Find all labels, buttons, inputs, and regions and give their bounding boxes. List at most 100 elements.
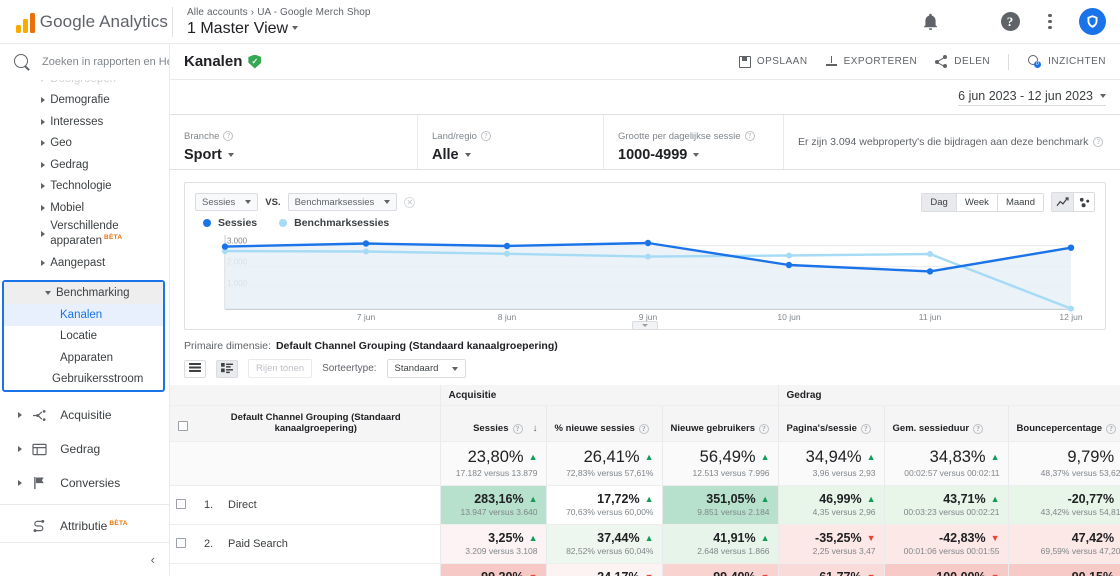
metric-selector[interactable]: Sessies bbox=[195, 193, 259, 211]
share-button[interactable]: DELEN bbox=[935, 55, 990, 68]
filter-value-text: Sport bbox=[184, 146, 222, 163]
sidebar-item-gebruikersstroom[interactable]: Gebruikersstroom bbox=[4, 369, 163, 391]
row-checkbox[interactable] bbox=[176, 499, 186, 509]
table-row[interactable]: 1. Direct 283,16% ▲ 13.947 versus 3.640 17… bbox=[170, 485, 1120, 525]
help-icon[interactable]: ? bbox=[744, 131, 755, 141]
filter-grootte-value[interactable]: 1000-4999 bbox=[618, 147, 783, 163]
column-header-gem-sessieduur[interactable]: Gem. sessieduur? bbox=[883, 405, 1009, 442]
sidebar-item-apparaten[interactable]: Apparaten bbox=[4, 347, 163, 369]
export-button[interactable]: EXPORTEREN bbox=[826, 55, 918, 68]
avatar[interactable] bbox=[1079, 8, 1106, 35]
sidebar-item-technologie[interactable]: Technologie bbox=[0, 176, 169, 198]
sidebar-item-doelgroepen[interactable]: Doelgroepen bbox=[0, 80, 169, 90]
apps-grid-icon[interactable] bbox=[959, 11, 981, 33]
help-icon[interactable]: ? bbox=[512, 423, 523, 434]
filter-label-text: Branche bbox=[184, 130, 220, 142]
legend-dot-icon bbox=[279, 219, 288, 227]
table-view-icon[interactable] bbox=[184, 359, 206, 378]
report-scroll-area: 6 jun 2023 - 12 jun 2023 Branche ? Sport bbox=[170, 80, 1120, 576]
help-icon[interactable]: ? bbox=[638, 423, 649, 434]
benchmark-note-label: Er zijn 3.094 webproperty's die bijdrage… bbox=[798, 136, 1089, 148]
account-selector[interactable]: Alle accounts › UA - Google Merch Shop 1 M… bbox=[187, 6, 371, 38]
sidebar-item-conversies[interactable]: Conversies bbox=[0, 466, 169, 500]
help-icon[interactable]: ? bbox=[1106, 423, 1117, 434]
help-icon[interactable]: ? bbox=[999, 11, 1021, 33]
line-chart-icon[interactable] bbox=[1052, 193, 1073, 211]
table-row[interactable]: 3.Display -99,20%▼ 4 versus 502 -24,17%▼… bbox=[170, 563, 1120, 576]
column-header-bouncepercentage[interactable]: Bouncepercentage? bbox=[1007, 405, 1120, 442]
filter-branche-value[interactable]: Sport bbox=[184, 147, 417, 163]
sidebar-item-benchmarking[interactable]: Benchmarking bbox=[4, 282, 163, 304]
date-range-label: 6 jun 2023 - 12 jun 2023 bbox=[958, 88, 1093, 103]
sidebar-item-aangepast[interactable]: Aangepast bbox=[0, 253, 169, 275]
sidebar-item-geo[interactable]: Geo bbox=[0, 133, 169, 155]
collapse-sidebar-button[interactable]: ‹ bbox=[0, 542, 169, 576]
help-icon[interactable]: ? bbox=[1093, 137, 1104, 147]
row-name[interactable]: Paid Search bbox=[228, 538, 288, 550]
granularity-week[interactable]: Week bbox=[955, 193, 997, 211]
primary-dimension-value[interactable]: Default Channel Grouping (Standaard kana… bbox=[276, 340, 558, 352]
breadcrumb-accounts[interactable]: Alle accounts bbox=[187, 7, 248, 18]
search-bar[interactable]: Zoeken in rapporten en Help bbox=[0, 44, 169, 80]
sidebar-item-interesses[interactable]: Interesses bbox=[0, 111, 169, 133]
sidebar-item-attributie[interactable]: Attributie BÈTA bbox=[0, 509, 169, 542]
column-label: % nieuwe sessies bbox=[554, 423, 635, 434]
help-icon[interactable]: ? bbox=[223, 131, 234, 141]
chevron-down-icon bbox=[292, 26, 299, 30]
sort-type-select[interactable]: Standaard bbox=[386, 359, 467, 378]
chevron-right-icon bbox=[18, 480, 23, 486]
column-header-nieuwe-sessies[interactable]: % nieuwe sessies? bbox=[545, 405, 662, 442]
chevron-down-icon bbox=[693, 152, 700, 157]
google-analytics-logo[interactable]: Google Analytics bbox=[16, 11, 168, 33]
sidebar-item-acquisitie[interactable]: Acquisitie bbox=[0, 398, 169, 432]
sidebar-item-mobiel[interactable]: Mobiel bbox=[0, 197, 169, 219]
date-range-picker[interactable]: 6 jun 2023 - 12 jun 2023 bbox=[958, 89, 1106, 106]
metric-cell: 90,15%▼ 100,00% versus 52,59% bbox=[1007, 563, 1120, 576]
column-header-sessies[interactable]: Sessies? ↓ bbox=[439, 405, 546, 442]
table-row[interactable]: 2. Paid Search 3,25% ▲ 3.209 versus 3.108 … bbox=[170, 524, 1120, 564]
granularity-dag[interactable]: Dag bbox=[922, 193, 956, 211]
search-input[interactable]: Zoeken in rapporten en Help bbox=[42, 56, 169, 68]
compare-metric-selector[interactable]: Benchmarksessies bbox=[287, 193, 398, 211]
insights-button[interactable]: INZICHTEN bbox=[1027, 54, 1106, 69]
filter-land-value[interactable]: Alle bbox=[432, 147, 603, 163]
legend-label: Benchmarksessies bbox=[294, 217, 390, 229]
column-header-nieuwe-gebruikers[interactable]: Nieuwe gebruikers? bbox=[661, 405, 779, 442]
sidebar-item-demografie[interactable]: Demografie bbox=[0, 90, 169, 112]
save-button[interactable]: OPSLAAN bbox=[738, 55, 808, 68]
legend-item-sessies[interactable]: Sessies bbox=[203, 217, 257, 229]
metric-subtext: 2,25 versus 3,47 bbox=[812, 546, 876, 556]
row-checkbox[interactable] bbox=[176, 538, 186, 548]
more-vert-icon[interactable] bbox=[1039, 11, 1061, 33]
view-name[interactable]: 1 Master View bbox=[187, 19, 371, 38]
comparison-view-icon[interactable] bbox=[216, 359, 238, 378]
legend-item-benchmarksessies[interactable]: Benchmarksessies bbox=[279, 217, 389, 229]
rows-filter-input[interactable]: Rijen tonen bbox=[248, 359, 313, 378]
chart-collapse-handle[interactable] bbox=[632, 321, 658, 330]
arrow-up-icon: ▲ bbox=[760, 532, 770, 543]
chart-plot[interactable]: 1.0002.0003.000 7 jun8 jun9 jun10 jun11 … bbox=[195, 231, 1095, 330]
row-name[interactable]: Direct bbox=[228, 499, 257, 511]
sidebar-item-verschillende-apparaten[interactable]: Verschillende apparaten BÈTA bbox=[0, 219, 169, 249]
chevron-down-icon bbox=[45, 291, 51, 295]
granularity-maand[interactable]: Maand bbox=[996, 193, 1043, 211]
metric-value: 17,72% ▲ bbox=[597, 492, 654, 506]
sidebar-item-label: Doelgroepen bbox=[50, 80, 116, 85]
dimension-header[interactable]: Default Channel Grouping (Standaard kana… bbox=[192, 405, 440, 442]
bell-icon[interactable] bbox=[919, 11, 941, 33]
help-icon[interactable]: ? bbox=[860, 423, 871, 434]
sidebar-item-locatie[interactable]: Locatie bbox=[4, 326, 163, 348]
help-icon[interactable]: ? bbox=[480, 131, 491, 141]
column-header-paginas-sessie[interactable]: Pagina's/sessie? bbox=[777, 405, 885, 442]
select-all-checkbox[interactable] bbox=[178, 421, 188, 431]
help-icon[interactable]: ? bbox=[973, 423, 984, 434]
behavior-icon bbox=[31, 443, 48, 456]
sidebar-item-kanalen[interactable]: Kanalen bbox=[4, 304, 163, 326]
sidebar-item-label: Apparaten bbox=[60, 351, 114, 364]
sidebar-item-gedrag-section[interactable]: Gedrag bbox=[0, 432, 169, 466]
breadcrumb-property[interactable]: UA - Google Merch Shop bbox=[257, 7, 370, 18]
bubble-chart-icon[interactable] bbox=[1073, 193, 1094, 211]
sidebar-item-gedrag[interactable]: Gedrag bbox=[0, 154, 169, 176]
close-circle-icon[interactable]: ✕ bbox=[404, 196, 416, 208]
help-icon[interactable]: ? bbox=[758, 423, 769, 434]
